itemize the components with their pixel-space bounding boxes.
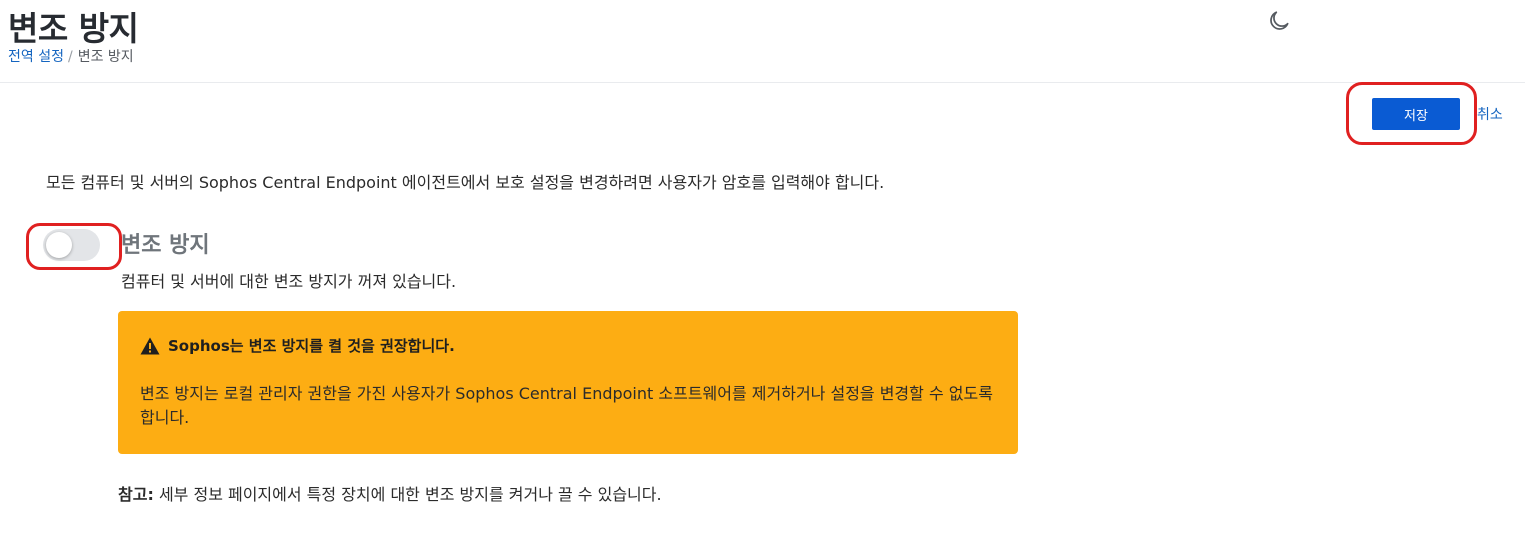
setting-status: 컴퓨터 및 서버에 대한 변조 방지가 꺼져 있습니다. xyxy=(121,272,457,291)
moon-icon[interactable] xyxy=(1266,8,1292,34)
warning-box: Sophos는 변조 방지를 켤 것을 권장합니다. 변조 방지는 로컬 관리자… xyxy=(118,311,1018,454)
annotation-highlight-save xyxy=(1346,82,1477,145)
cancel-link[interactable]: 취소 xyxy=(1477,104,1503,124)
warning-title: Sophos는 변조 방지를 켤 것을 권장합니다. xyxy=(168,337,455,355)
setting-title: 변조 방지 xyxy=(121,233,210,258)
breadcrumb-current: 변조 방지 xyxy=(77,49,134,65)
setting-description: 모든 컴퓨터 및 서버의 Sophos Central Endpoint 에이전… xyxy=(46,173,885,192)
warning-title-row: Sophos는 변조 방지를 켤 것을 권장합니다. xyxy=(140,335,996,356)
breadcrumb-link-global-settings[interactable]: 전역 설정 xyxy=(8,49,64,65)
header-divider xyxy=(0,82,1525,83)
warning-body: 변조 방지는 로컬 관리자 권한을 가진 사용자가 Sophos Central… xyxy=(140,384,993,427)
note: 참고: 세부 정보 페이지에서 특정 장치에 대한 변조 방지를 켜거나 끌 수… xyxy=(118,481,662,505)
note-label: 참고 xyxy=(118,485,148,504)
page-title: 변조 방지 xyxy=(8,9,139,48)
breadcrumb: 전역 설정 / 변조 방지 xyxy=(8,46,134,66)
breadcrumb-separator: / xyxy=(67,49,73,65)
note-text: 세부 정보 페이지에서 특정 장치에 대한 변조 방지를 켜거나 끌 수 있습니… xyxy=(153,485,662,504)
annotation-highlight-toggle xyxy=(26,223,122,270)
warning-triangle-icon xyxy=(140,337,160,355)
